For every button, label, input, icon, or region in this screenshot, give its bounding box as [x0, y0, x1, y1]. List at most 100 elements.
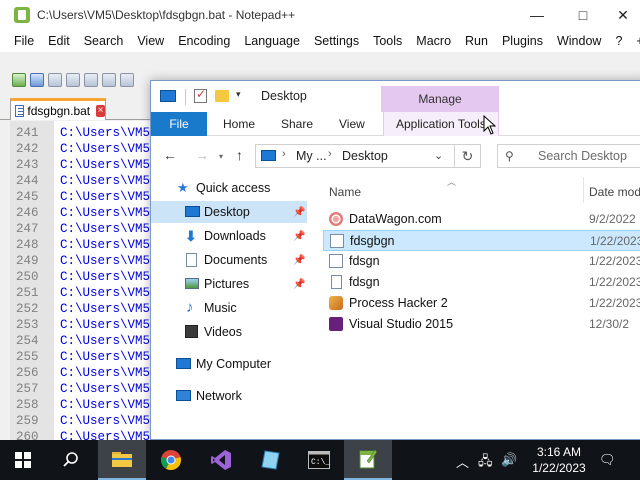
code-line[interactable]: 249 C:\Users\VM5 [10, 253, 160, 269]
code-line[interactable]: 246 C:\Users\VM5 [10, 205, 160, 221]
file-row-process-hacker[interactable]: Process Hacker 2 1/22/2023 [323, 293, 640, 314]
nav-item-downloads[interactable]: ⬇ Downloads 📌 [151, 225, 307, 247]
nav-item-network[interactable]: Network [151, 385, 307, 407]
close-button[interactable]: ✕ [600, 0, 640, 30]
address-bar[interactable]: › My ... › Desktop ⌄ [255, 144, 455, 168]
code-line[interactable]: 258 C:\Users\VM5 [10, 397, 160, 413]
nav-item-music[interactable]: ♪ Music [151, 297, 307, 319]
taskbar-notepad-app[interactable] [248, 440, 294, 480]
properties-icon[interactable] [194, 87, 207, 103]
new-file-icon[interactable] [12, 73, 26, 87]
tab-application-tools[interactable]: Application Tools [383, 112, 499, 136]
code-line[interactable]: 257 C:\Users\VM5 [10, 381, 160, 397]
print-icon[interactable] [120, 73, 134, 87]
column-header-date[interactable]: Date mod [589, 185, 640, 199]
menu-run[interactable]: Run [458, 34, 495, 48]
notification-center-icon[interactable]: 🗨 [599, 452, 616, 468]
close-file-icon[interactable] [84, 73, 98, 87]
save-icon[interactable] [48, 73, 62, 87]
breadcrumb-separator-icon[interactable]: › [282, 148, 286, 160]
menu-settings[interactable]: Settings [307, 34, 366, 48]
explorer-titlebar[interactable]: ▾ Desktop Manage [151, 81, 640, 112]
tab-close-icon[interactable]: × [96, 104, 105, 117]
menu-file[interactable]: File [0, 34, 41, 48]
forward-arrow-icon[interactable]: → [195, 147, 209, 163]
pin-icon[interactable]: 📌 [293, 255, 305, 266]
volume-icon[interactable]: 🔊 [501, 452, 517, 468]
code-line[interactable]: 242 C:\Users\VM5 [10, 141, 160, 157]
menu-plus[interactable]: + [629, 34, 640, 48]
code-line[interactable]: 251 C:\Users\VM5 [10, 285, 160, 301]
code-line[interactable]: 253 C:\Users\VM5 [10, 317, 160, 333]
file-row-datawagon[interactable]: DataWagon.com 9/2/2022 [323, 209, 640, 230]
menu-language[interactable]: Language [237, 34, 307, 48]
open-file-icon[interactable] [30, 73, 44, 87]
nav-item-videos[interactable]: Videos [151, 321, 307, 343]
up-arrow-icon[interactable]: ↑ [236, 147, 243, 163]
taskbar-chrome[interactable] [148, 440, 194, 480]
chevron-down-icon[interactable]: ⌄ [434, 149, 443, 162]
taskbar-clock[interactable]: 3:16 AM 1/22/2023 [524, 444, 594, 476]
tab-view[interactable]: View [327, 112, 377, 136]
nav-item-my-computer[interactable]: My Computer [151, 353, 307, 375]
breadcrumb-desktop[interactable]: Desktop [342, 149, 388, 163]
menu-edit[interactable]: Edit [41, 34, 77, 48]
nav-item-quick-access[interactable]: ★ Quick access [151, 177, 307, 199]
pin-icon[interactable]: 📌 [293, 279, 305, 290]
code-line[interactable]: 254 C:\Users\VM5 [10, 333, 160, 349]
code-line[interactable]: 241 C:\Users\VM5 [10, 125, 160, 141]
editor-area[interactable]: 241 C:\Users\VM5 242 C:\Users\VM5 243 C:\User… [10, 121, 160, 440]
file-row-fdsgn-txt[interactable]: fdsgn 1/22/2023 [323, 272, 640, 293]
menu-help[interactable]: ? [608, 34, 629, 48]
code-line[interactable]: 260 C:\Users\VM5 [10, 429, 160, 440]
code-line[interactable]: 243 C:\Users\VM5 [10, 157, 160, 173]
taskbar-visual-studio[interactable] [198, 440, 244, 480]
menu-view[interactable]: View [130, 34, 171, 48]
save-all-icon[interactable] [66, 73, 80, 87]
minimize-button[interactable]: — [514, 0, 560, 30]
taskbar-search-button[interactable] [48, 440, 94, 480]
code-line[interactable]: 250 C:\Users\VM5 [10, 269, 160, 285]
code-line[interactable]: 245 C:\Users\VM5 [10, 189, 160, 205]
code-line[interactable]: 244 C:\Users\VM5 [10, 173, 160, 189]
pin-icon[interactable]: 📌 [293, 207, 305, 218]
breadcrumb-my-computer[interactable]: My ... [296, 149, 327, 163]
nav-item-documents[interactable]: Documents 📌 [151, 249, 307, 271]
menu-tools[interactable]: Tools [366, 34, 409, 48]
show-hidden-icons-chevron-icon[interactable]: ︿ [456, 452, 469, 471]
customize-toolbar-dropdown-icon[interactable]: ▾ [236, 89, 241, 100]
recent-locations-chevron-icon[interactable]: ▾ [219, 152, 223, 161]
file-row-fdsgn-bat[interactable]: fdsgn 1/22/2023 [323, 251, 640, 272]
manage-contextual-tab[interactable]: Manage [381, 86, 499, 112]
code-line[interactable]: 256 C:\Users\VM5 [10, 365, 160, 381]
search-input[interactable]: ⚲ Search Desktop [497, 144, 640, 168]
nav-item-pictures[interactable]: Pictures 📌 [151, 273, 307, 295]
pin-icon[interactable]: 📌 [293, 231, 305, 242]
column-header-name[interactable]: Name [329, 185, 361, 199]
notepadpp-titlebar[interactable]: C:\Users\VM5\Desktop\fdsgbgn.bat - Notep… [0, 0, 640, 30]
network-status-icon[interactable]: 🖧 [478, 452, 493, 474]
code-line[interactable]: 255 C:\Users\VM5 [10, 349, 160, 365]
tab-share[interactable]: Share [269, 112, 325, 136]
back-arrow-icon[interactable]: ← [163, 147, 177, 163]
breadcrumb-separator-icon[interactable]: › [328, 148, 332, 160]
start-button[interactable] [0, 440, 46, 480]
file-row-fdsgbgn[interactable]: fdsgbgn 1/22/2023 [323, 230, 640, 251]
file-tab[interactable]: fdsgbgn.bat × [10, 98, 106, 120]
menu-macro[interactable]: Macro [409, 34, 458, 48]
file-row-visual-studio[interactable]: Visual Studio 2015 12/30/2 [323, 314, 640, 335]
taskbar-file-explorer[interactable] [98, 440, 146, 480]
nav-item-desktop[interactable]: Desktop 📌 [151, 201, 307, 223]
taskbar-command-prompt[interactable]: C:\_ [296, 440, 342, 480]
refresh-button[interactable]: ↻ [455, 144, 481, 168]
code-line[interactable]: 248 C:\Users\VM5 [10, 237, 160, 253]
taskbar-notepadpp[interactable] [344, 440, 392, 480]
new-folder-icon[interactable] [215, 90, 229, 102]
menu-encoding[interactable]: Encoding [171, 34, 237, 48]
code-line[interactable]: 247 C:\Users\VM5 [10, 221, 160, 237]
code-line[interactable]: 252 C:\Users\VM5 [10, 301, 160, 317]
menu-search[interactable]: Search [77, 34, 131, 48]
column-divider[interactable] [583, 177, 584, 203]
code-line[interactable]: 259 C:\Users\VM5 [10, 413, 160, 429]
tab-home[interactable]: Home [211, 112, 267, 136]
